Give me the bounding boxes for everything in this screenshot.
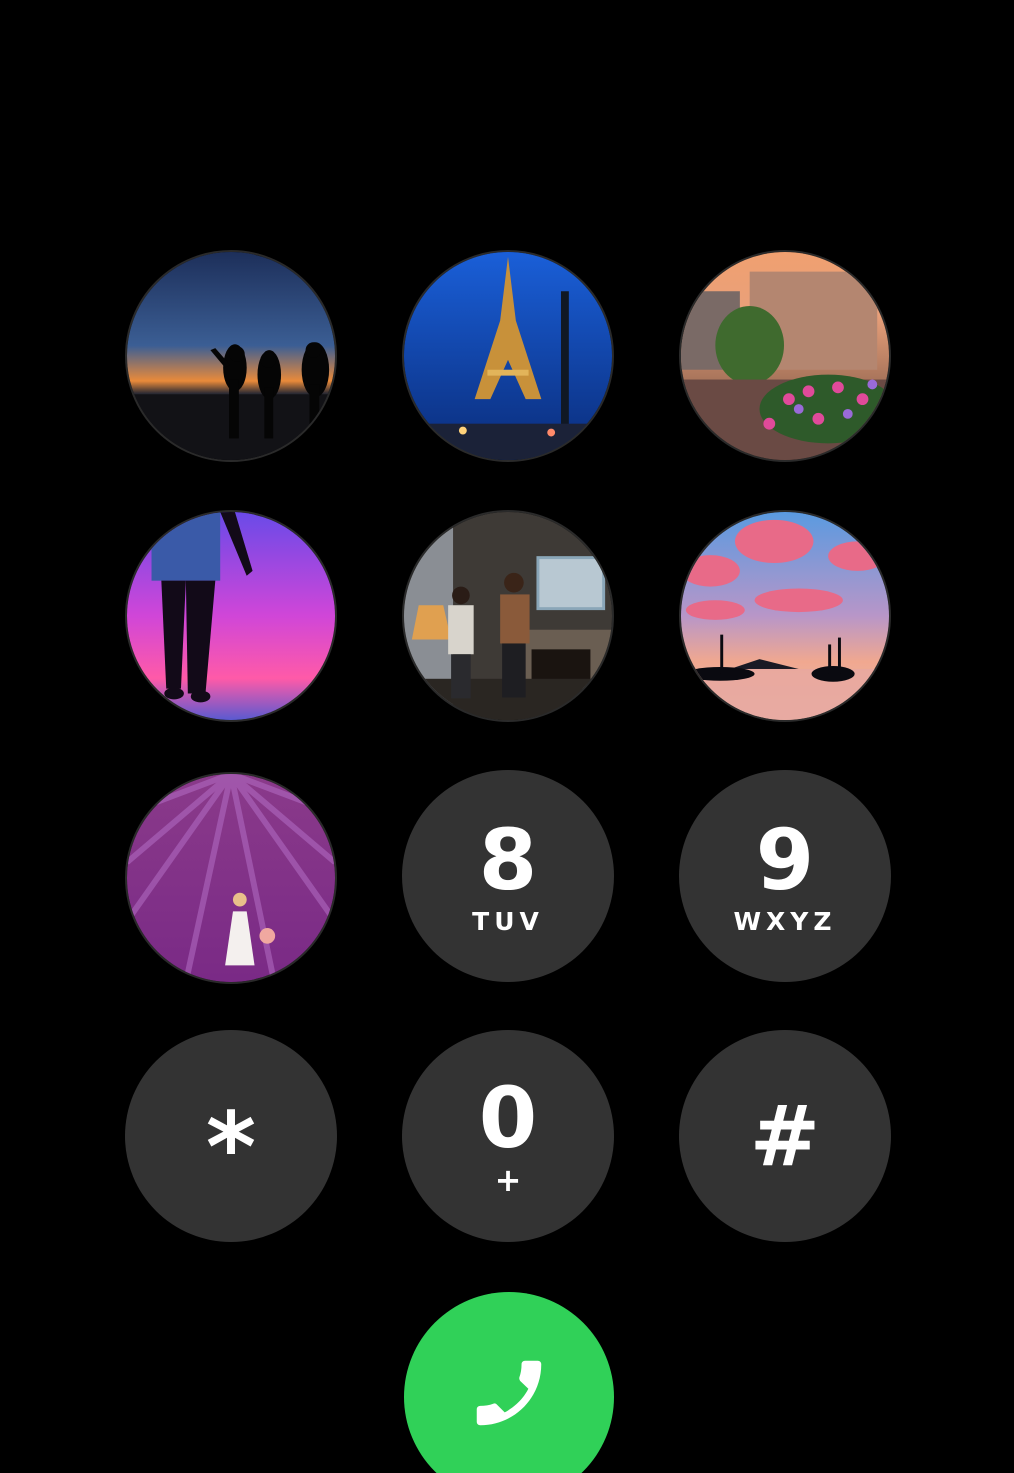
key-0-letters: + xyxy=(494,1161,522,1199)
key-9-letters: WXYZ xyxy=(733,907,837,936)
canal-flowers-sunset-photo-key[interactable] xyxy=(679,250,891,462)
tropical-island-sunset-photo xyxy=(681,512,889,720)
key-0[interactable]: 0 + xyxy=(402,1030,614,1242)
phone-icon xyxy=(476,1360,542,1426)
couple-living-room-photo-key[interactable] xyxy=(402,510,614,722)
call-button[interactable] xyxy=(404,1292,614,1473)
key-0-digit: 0 xyxy=(478,1069,538,1167)
lavender-field-woman-photo-key[interactable] xyxy=(125,772,337,984)
key-hash-digit: # xyxy=(749,1087,821,1185)
legs-jumping-purple-sky-photo-key[interactable] xyxy=(125,510,337,722)
tropical-island-sunset-photo-key[interactable] xyxy=(679,510,891,722)
eiffel-tower-night-photo-key[interactable] xyxy=(402,250,614,462)
key-9-digit: 9 xyxy=(755,811,815,909)
key-hash[interactable]: # xyxy=(679,1030,891,1242)
key-star[interactable]: * xyxy=(125,1030,337,1242)
phone-keypad-screen: 8 TUV 9 WXYZ * 0 + # xyxy=(0,0,1014,1473)
legs-jumping-purple-sky-photo xyxy=(127,512,335,720)
lavender-field-woman-photo xyxy=(127,774,335,982)
beach-sunset-silhouettes-photo xyxy=(127,252,335,460)
couple-living-room-photo xyxy=(404,512,612,720)
key-9[interactable]: 9 WXYZ xyxy=(679,770,891,982)
key-star-digit: * xyxy=(205,1092,257,1204)
eiffel-tower-night-photo xyxy=(404,252,612,460)
key-8-digit: 8 xyxy=(478,811,538,909)
beach-sunset-silhouettes-photo-key[interactable] xyxy=(125,250,337,462)
key-8[interactable]: 8 TUV xyxy=(402,770,614,982)
key-8-letters: TUV xyxy=(472,907,544,936)
canal-flowers-sunset-photo xyxy=(681,252,889,460)
